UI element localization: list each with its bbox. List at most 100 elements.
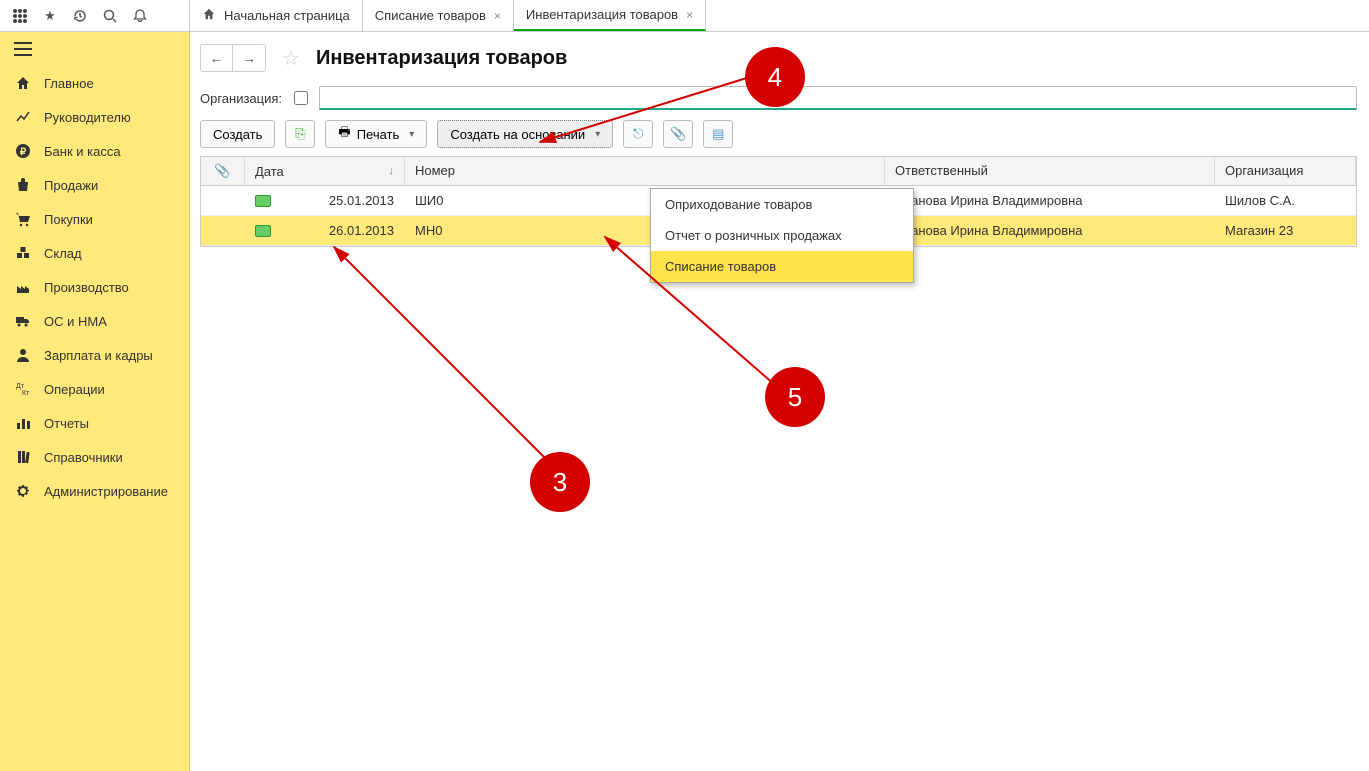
search-icon[interactable] <box>102 8 118 24</box>
paperclip-icon: 📎 <box>214 163 230 178</box>
cart-icon <box>14 210 32 228</box>
copy-button[interactable]: ⎘ <box>285 120 315 148</box>
cell-org: Магазин 23 <box>1225 223 1293 238</box>
sidebar-item-manager[interactable]: Руководителю <box>0 100 189 134</box>
burger-icon[interactable] <box>0 32 189 66</box>
column-attachment[interactable]: 📎 <box>201 157 245 185</box>
column-organization[interactable]: Организация <box>1215 157 1356 185</box>
bag-icon <box>14 176 32 194</box>
menu-item-spisanie[interactable]: Списание товаров <box>651 251 913 282</box>
sidebar-item-label: Зарплата и кадры <box>44 348 153 363</box>
sidebar-item-label: Продажи <box>44 178 98 193</box>
sidebar-item-label: Банк и касса <box>44 144 121 159</box>
favorite-star-icon[interactable]: ☆ <box>282 46 300 71</box>
sidebar-item-warehouse[interactable]: Склад <box>0 236 189 270</box>
menu-item-retail-report[interactable]: Отчет о розничных продажах <box>651 220 913 251</box>
home-icon <box>202 7 216 24</box>
boxes-icon <box>14 244 32 262</box>
list-button[interactable]: ▤ <box>703 120 733 148</box>
sidebar-item-hr[interactable]: Зарплата и кадры <box>0 338 189 372</box>
bars-icon <box>14 414 32 432</box>
sidebar-item-label: Руководителю <box>44 110 131 125</box>
org-checkbox[interactable] <box>294 91 308 105</box>
cell-number: МН0 <box>415 223 442 238</box>
close-icon[interactable]: × <box>494 9 501 23</box>
books-icon <box>14 448 32 466</box>
apps-icon[interactable] <box>12 8 28 24</box>
sidebar-item-label: Справочники <box>44 450 123 465</box>
sidebar-item-catalogs[interactable]: Справочники <box>0 440 189 474</box>
home-icon <box>14 74 32 92</box>
paperclip-icon: 📎 <box>670 126 686 142</box>
cell-responsible: Иванова Ирина Владимировна <box>895 193 1083 208</box>
svg-text:Дт: Дт <box>16 383 25 390</box>
sidebar-item-operations[interactable]: ДтКт Операции <box>0 372 189 406</box>
forward-button[interactable]: → <box>233 45 265 71</box>
svg-text:Кт: Кт <box>22 390 30 397</box>
sidebar-item-label: Покупки <box>44 212 93 227</box>
cell-date: 26.01.2013 <box>329 223 394 238</box>
create-based-button[interactable]: Создать на основании <box>437 120 613 148</box>
sidebar-item-production[interactable]: Производство <box>0 270 189 304</box>
org-label: Организация: <box>200 91 282 106</box>
copy-icon: ⎘ <box>295 126 305 142</box>
truck-icon <box>14 312 32 330</box>
sidebar-item-label: Главное <box>44 76 94 91</box>
nav-buttons: ← → <box>200 44 266 72</box>
sidebar-item-label: ОС и НМА <box>44 314 107 329</box>
column-date[interactable]: Дата↓ <box>245 157 405 185</box>
sidebar-item-sales[interactable]: Продажи <box>0 168 189 202</box>
chart-icon <box>14 108 32 126</box>
cell-org: Шилов С.А. <box>1225 193 1295 208</box>
back-button[interactable]: ← <box>201 45 233 71</box>
sidebar: Главное Руководителю ₽ Банк и касса Прода… <box>0 32 190 771</box>
sidebar-item-reports[interactable]: Отчеты <box>0 406 189 440</box>
tab-home-label: Начальная страница <box>224 8 350 23</box>
printer-icon: 🖶 <box>338 123 350 145</box>
tab-inventory-label: Инвентаризация товаров <box>526 7 678 22</box>
cell-date: 25.01.2013 <box>329 193 394 208</box>
svg-text:₽: ₽ <box>20 147 27 158</box>
related-button[interactable]: ⎋ <box>623 120 653 148</box>
sidebar-item-purchases[interactable]: Покупки <box>0 202 189 236</box>
document-posted-icon <box>255 195 271 207</box>
org-input[interactable] <box>319 86 1357 110</box>
document-posted-icon <box>255 225 271 237</box>
attach-button[interactable]: 📎 <box>663 120 693 148</box>
operations-icon: ДтКт <box>14 380 32 398</box>
sidebar-item-admin[interactable]: Администрирование <box>0 474 189 508</box>
star-icon[interactable]: ★ <box>42 8 58 24</box>
menu-item-oprihodovanie[interactable]: Оприходование товаров <box>651 189 913 220</box>
create-based-menu: Оприходование товаров Отчет о розничных … <box>650 188 914 283</box>
create-button[interactable]: Создать <box>200 120 275 148</box>
sidebar-item-bank[interactable]: ₽ Банк и касса <box>0 134 189 168</box>
column-number[interactable]: Номер <box>405 157 885 185</box>
sidebar-item-label: Отчеты <box>44 416 89 431</box>
link-icon: ⎋ <box>633 126 643 142</box>
cell-number: ШИ0 <box>415 193 444 208</box>
cell-responsible: Иванова Ирина Владимировна <box>895 223 1083 238</box>
list-icon: ▤ <box>712 126 724 142</box>
annotation-5: 5 <box>765 367 825 427</box>
factory-icon <box>14 278 32 296</box>
page-title: Инвентаризация товаров <box>316 47 567 70</box>
tab-writoff[interactable]: Списание товаров × <box>363 0 514 31</box>
annotation-3: 3 <box>530 452 590 512</box>
sidebar-item-assets[interactable]: ОС и НМА <box>0 304 189 338</box>
tab-inventory[interactable]: Инвентаризация товаров × <box>514 0 706 31</box>
sort-asc-icon: ↓ <box>389 165 395 177</box>
history-icon[interactable] <box>72 8 88 24</box>
close-icon[interactable]: × <box>686 8 693 22</box>
sidebar-item-main[interactable]: Главное <box>0 66 189 100</box>
bell-icon[interactable] <box>132 8 148 24</box>
sidebar-item-label: Операции <box>44 382 105 397</box>
ruble-icon: ₽ <box>14 142 32 160</box>
tab-writoff-label: Списание товаров <box>375 8 486 23</box>
print-button[interactable]: 🖶Печать <box>325 120 427 148</box>
sidebar-item-label: Производство <box>44 280 129 295</box>
column-responsible[interactable]: Ответственный <box>885 157 1215 185</box>
sidebar-item-label: Администрирование <box>44 484 168 499</box>
tab-home[interactable]: Начальная страница <box>190 0 363 31</box>
person-icon <box>14 346 32 364</box>
gear-icon <box>14 482 32 500</box>
